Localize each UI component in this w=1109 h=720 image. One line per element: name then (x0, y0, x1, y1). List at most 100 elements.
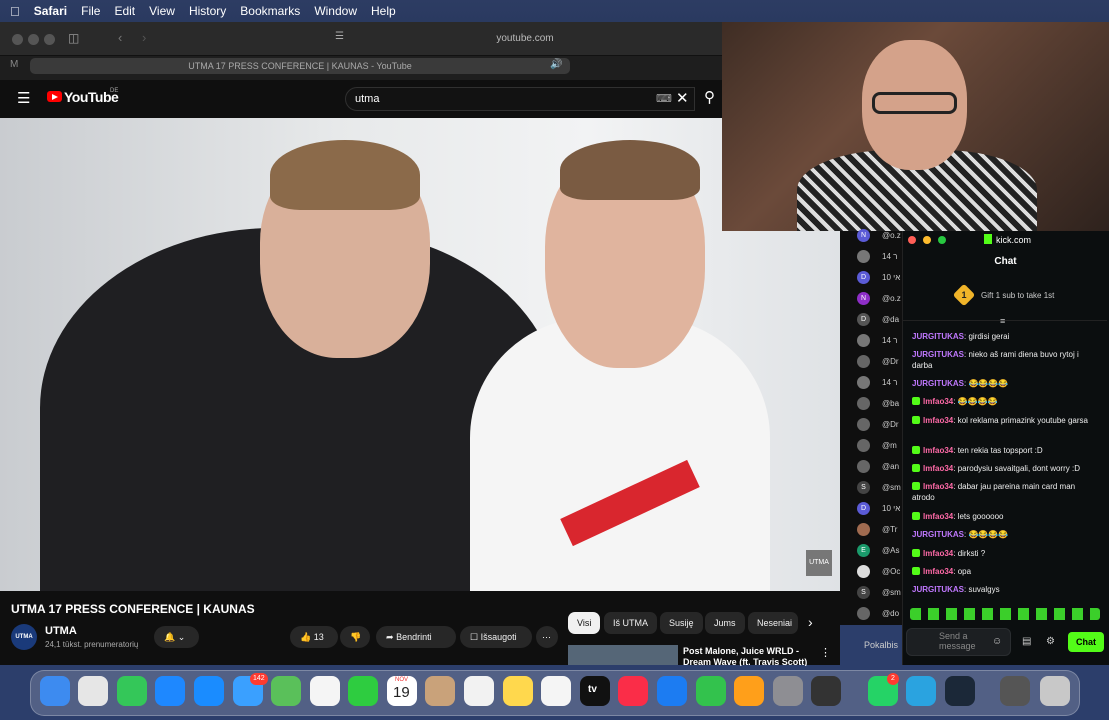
notes-icon[interactable] (503, 676, 533, 706)
chat-username[interactable]: lmfao34 (923, 482, 953, 491)
related-video-thumbnail[interactable] (568, 645, 678, 665)
chip-related[interactable]: Susiję (660, 612, 703, 634)
chat-username[interactable]: lmfao34 (923, 567, 953, 576)
chat-username[interactable]: lmfao34 (923, 397, 953, 406)
search-icon[interactable]: ⚲ (704, 88, 715, 106)
viewer-avatar[interactable] (857, 439, 870, 452)
youtube-play-logo-icon[interactable] (47, 91, 62, 102)
chat-username[interactable]: JURGITUKAS (912, 350, 964, 359)
menu-view[interactable]: View (149, 4, 175, 18)
minimize-window-button[interactable] (28, 34, 39, 45)
pages-icon[interactable] (734, 676, 764, 706)
viewer-avatar[interactable]: N (857, 292, 870, 305)
emoji-icon[interactable]: ☺ (992, 636, 1002, 647)
emote-icons[interactable] (910, 608, 1100, 620)
chat-username[interactable]: lmfao34 (923, 464, 953, 473)
zoom-window-button[interactable] (44, 34, 55, 45)
viewer-avatar[interactable] (857, 397, 870, 410)
viewer-avatar[interactable]: N (857, 229, 870, 242)
activity-monitor-icon[interactable] (811, 676, 841, 706)
chat-username[interactable]: JURGITUKAS (912, 530, 964, 539)
contacts-icon[interactable] (425, 676, 455, 706)
viewer-avatar[interactable]: D (857, 313, 870, 326)
viewer-avatar[interactable] (857, 250, 870, 263)
related-video-title[interactable]: Post Malone, Juice WRLD - Dream Wave (ft… (683, 646, 808, 666)
system-settings-icon[interactable] (773, 676, 803, 706)
like-button[interactable]: 👍 13 (290, 626, 338, 648)
close-window-button[interactable] (12, 34, 23, 45)
menu-file[interactable]: File (81, 4, 100, 18)
clear-search-icon[interactable]: ✕ (676, 89, 689, 107)
chat-username[interactable]: lmfao34 (923, 512, 953, 521)
menu-edit[interactable]: Edit (114, 4, 135, 18)
more-options-button[interactable]: ⋯ (536, 626, 558, 648)
viewer-avatar[interactable]: D (857, 502, 870, 515)
viewer-avatar[interactable] (857, 607, 870, 620)
viewer-avatar[interactable] (857, 565, 870, 578)
hamburger-menu-icon[interactable]: ☰ (17, 89, 30, 107)
screenshot-icon[interactable] (1000, 676, 1030, 706)
safari-icon[interactable] (155, 676, 185, 706)
dislike-button[interactable]: 👎 (340, 626, 370, 648)
chip-from-utma[interactable]: Iš UTMA (604, 612, 657, 634)
menu-bookmarks[interactable]: Bookmarks (240, 4, 300, 18)
steam-icon[interactable] (945, 676, 975, 706)
app-store-icon[interactable] (194, 676, 224, 706)
forward-arrow-icon[interactable]: › (142, 30, 146, 45)
speaker-icon[interactable]: 🔊 (550, 59, 562, 70)
back-arrow-icon[interactable]: ‹ (118, 30, 122, 45)
numbers-icon[interactable] (696, 676, 726, 706)
viewer-avatar[interactable]: D (857, 271, 870, 284)
menu-history[interactable]: History (189, 4, 226, 18)
music-icon[interactable] (618, 676, 648, 706)
pin-icon[interactable]: ≡ (1000, 316, 1005, 326)
gmail-tab-icon[interactable]: M (10, 59, 18, 70)
settings-gear-icon[interactable]: ⚙ (1046, 636, 1055, 647)
channel-watermark[interactable]: UTMA (806, 550, 832, 576)
finder-icon[interactable] (40, 676, 70, 706)
video-player[interactable] (0, 118, 840, 591)
chat-username[interactable]: JURGITUKAS (912, 585, 964, 594)
facetime-icon[interactable] (348, 676, 378, 706)
viewer-avatar[interactable] (857, 376, 870, 389)
reminders-icon[interactable] (464, 676, 494, 706)
emote-bar[interactable] (910, 608, 1100, 622)
active-tab[interactable]: UTMA 17 PRESS CONFERENCE | KAUNAS - YouT… (30, 58, 570, 74)
telegram-icon[interactable] (906, 676, 936, 706)
related-more-icon[interactable]: ⋮ (820, 646, 831, 659)
launchpad-icon[interactable] (78, 676, 108, 706)
search-input[interactable]: utma (345, 87, 695, 111)
viewer-avatar[interactable] (857, 355, 870, 368)
chevron-right-icon[interactable]: › (808, 614, 813, 630)
maps-icon[interactable] (271, 676, 301, 706)
menu-help[interactable]: Help (371, 4, 396, 18)
keyboard-icon[interactable]: ⌨ (656, 92, 672, 105)
viewer-avatar[interactable]: E (857, 544, 870, 557)
chat-username[interactable]: lmfao34 (923, 416, 953, 425)
viewer-avatar[interactable] (857, 460, 870, 473)
apple-menu-icon[interactable]:  (10, 4, 20, 19)
send-chat-button[interactable]: Chat (1068, 632, 1104, 652)
channel-avatar[interactable]: UTMA (11, 624, 37, 650)
kick-close-button[interactable] (908, 236, 916, 244)
chat-username[interactable]: JURGITUKAS (912, 379, 964, 388)
kick-minimize-button[interactable] (923, 236, 931, 244)
keynote-icon[interactable] (657, 676, 687, 706)
chip-recent[interactable]: Neseniai (748, 612, 798, 634)
address-bar[interactable]: youtube.com (330, 29, 720, 49)
viewer-avatar[interactable] (857, 523, 870, 536)
viewer-avatar[interactable] (857, 334, 870, 347)
viewer-avatar[interactable] (857, 418, 870, 431)
freeform-icon[interactable] (541, 676, 571, 706)
sidebar-toggle-icon[interactable]: ◫ (68, 31, 79, 45)
chat-username[interactable]: lmfao34 (923, 549, 953, 558)
share-button[interactable]: ➦ Bendrinti (376, 626, 456, 648)
save-button[interactable]: ☐ Išsaugoti (460, 626, 532, 648)
channel-name[interactable]: UTMA (45, 625, 77, 637)
gift-box-icon[interactable]: ▤ (1022, 636, 1031, 647)
kick-zoom-button[interactable] (938, 236, 946, 244)
chat-username[interactable]: lmfao34 (923, 446, 953, 455)
photos-icon[interactable] (310, 676, 340, 706)
chip-for-you[interactable]: Jums (705, 612, 745, 634)
chip-all[interactable]: Visi (568, 612, 601, 634)
